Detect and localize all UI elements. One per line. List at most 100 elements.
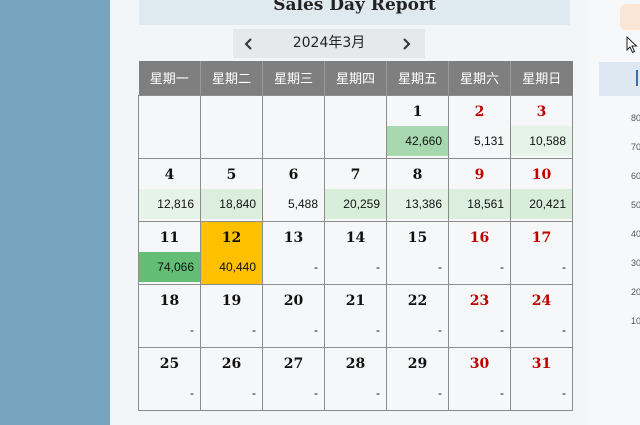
calendar-day-cell[interactable]: 20 -: [262, 283, 325, 348]
sales-value: -: [511, 251, 572, 282]
day-number: 23: [469, 292, 490, 309]
calendar-day-cell[interactable]: 29 -: [386, 346, 449, 411]
sales-value: 18,561: [449, 188, 510, 219]
calendar-day-cell[interactable]: 30 -: [448, 346, 511, 411]
day-number: 20: [283, 292, 304, 309]
day-number: 25: [159, 355, 180, 372]
weekday-header: 星期五: [386, 61, 449, 95]
day-number: 10: [531, 166, 552, 183]
calendar-empty-cell: [200, 94, 263, 159]
sales-value: 13,386: [387, 188, 448, 219]
calendar-day-cell[interactable]: 19 -: [200, 283, 263, 348]
calendar-day-cell[interactable]: 17 -: [510, 220, 573, 285]
day-number: 12: [221, 229, 242, 246]
calendar-day-cell[interactable]: 31 -: [510, 346, 573, 411]
calendar-day-cell[interactable]: 10 20,421: [510, 157, 573, 222]
day-number: 26: [221, 355, 242, 372]
axis-tick-label: 30: [631, 258, 640, 268]
sales-value: -: [449, 251, 510, 282]
calendar-day-cell[interactable]: 14 -: [324, 220, 387, 285]
day-number: 19: [221, 292, 242, 309]
axis-tick-label: 20: [631, 287, 640, 297]
day-number: 4: [164, 166, 175, 183]
calendar-day-cell[interactable]: 23 -: [448, 283, 511, 348]
sales-value: -: [263, 314, 324, 345]
tab-indicator: [636, 70, 638, 86]
calendar-empty-cell: [324, 94, 387, 159]
sales-value: -: [449, 314, 510, 345]
day-number: 21: [345, 292, 366, 309]
calendar-day-cell[interactable]: 27 -: [262, 346, 325, 411]
calendar-day-cell[interactable]: 2 5,131: [448, 94, 511, 159]
sales-value: -: [139, 314, 200, 345]
sales-value: -: [139, 377, 200, 408]
calendar-body: 1 42,660 2 5,131 3 10,588 4 12,816 5 18,840 6 5,488…: [138, 94, 573, 411]
axis-tick-label: 50: [631, 200, 640, 210]
calendar-day-cell[interactable]: 26 -: [200, 346, 263, 411]
chevron-right-icon: [403, 37, 411, 50]
month-navigator: 2024年3月: [233, 29, 425, 58]
calendar-day-cell[interactable]: 3 10,588: [510, 94, 573, 159]
calendar-day-cell[interactable]: 6 5,488: [262, 157, 325, 222]
calendar-day-cell[interactable]: 25 -: [138, 346, 201, 411]
sales-calendar: 星期一 星期二 星期三 星期四 星期五 星期六 星期日 1 42,660 2 5,13…: [138, 61, 573, 411]
calendar-day-cell[interactable]: 4 12,816: [138, 157, 201, 222]
calendar-week-row: 1 42,660 2 5,131 3 10,588: [138, 94, 573, 159]
calendar-day-cell[interactable]: 12 40,440: [200, 220, 263, 285]
calendar-day-cell[interactable]: 18 -: [138, 283, 201, 348]
weekday-header: 星期三: [262, 61, 325, 95]
calendar-day-cell[interactable]: 21 -: [324, 283, 387, 348]
calendar-week-row: 18 - 19 - 20 - 21 - 22 - 23 - 24 -: [138, 283, 573, 348]
day-number: 16: [469, 229, 490, 246]
day-number: 2: [474, 103, 485, 120]
calendar-day-cell[interactable]: 7 20,259: [324, 157, 387, 222]
next-month-button[interactable]: [392, 29, 420, 58]
day-number: 9: [474, 166, 485, 183]
weekday-header: 星期四: [324, 61, 387, 95]
day-number: 3: [536, 103, 547, 120]
calendar-day-cell[interactable]: 16 -: [448, 220, 511, 285]
sales-value: 5,131: [449, 125, 510, 156]
right-panel-tab[interactable]: [599, 62, 640, 96]
calendar-week-row: 11 74,066 12 40,440 13 - 14 - 15 - 16 - 17 -: [138, 220, 573, 285]
weekday-header: 星期六: [448, 61, 511, 95]
calendar-day-cell[interactable]: 11 74,066: [138, 220, 201, 285]
calendar-day-cell[interactable]: 9 18,561: [448, 157, 511, 222]
legend-swatch: [620, 4, 640, 30]
sales-value: 10,588: [511, 125, 572, 156]
sales-value: -: [449, 377, 510, 408]
sales-value: -: [201, 377, 262, 408]
day-number: 11: [159, 229, 180, 246]
calendar-empty-cell: [138, 94, 201, 159]
axis-tick-label: 70: [631, 142, 640, 152]
axis-tick-label: 80: [631, 113, 640, 123]
day-number: 24: [531, 292, 552, 309]
calendar-day-cell[interactable]: 5 18,840: [200, 157, 263, 222]
day-number: 22: [407, 292, 428, 309]
axis-tick-label: 40: [631, 229, 640, 239]
weekday-header: 星期二: [200, 61, 263, 95]
calendar-day-cell[interactable]: 13 -: [262, 220, 325, 285]
mouse-cursor-icon: [626, 36, 638, 54]
sales-value: 20,421: [511, 188, 572, 219]
day-number: 30: [469, 355, 490, 372]
weekday-header-row: 星期一 星期二 星期三 星期四 星期五 星期六 星期日: [138, 61, 573, 95]
sales-value: -: [325, 314, 386, 345]
day-number: 27: [283, 355, 304, 372]
sales-value: 40,440: [219, 259, 256, 274]
sales-value: -: [263, 251, 324, 282]
day-number: 1: [412, 103, 423, 120]
sales-value: -: [511, 314, 572, 345]
calendar-day-cell[interactable]: 22 -: [386, 283, 449, 348]
sales-value: 74,066: [139, 251, 200, 282]
sales-value: 18,840: [201, 188, 262, 219]
calendar-day-cell[interactable]: 1 42,660: [386, 94, 449, 159]
day-number: 17: [531, 229, 552, 246]
sales-value: -: [325, 251, 386, 282]
calendar-day-cell[interactable]: 24 -: [510, 283, 573, 348]
axis-tick-label: 10: [631, 316, 640, 326]
day-number: 28: [345, 355, 366, 372]
calendar-day-cell[interactable]: 28 -: [324, 346, 387, 411]
calendar-day-cell[interactable]: 15 -: [386, 220, 449, 285]
calendar-day-cell[interactable]: 8 13,386: [386, 157, 449, 222]
